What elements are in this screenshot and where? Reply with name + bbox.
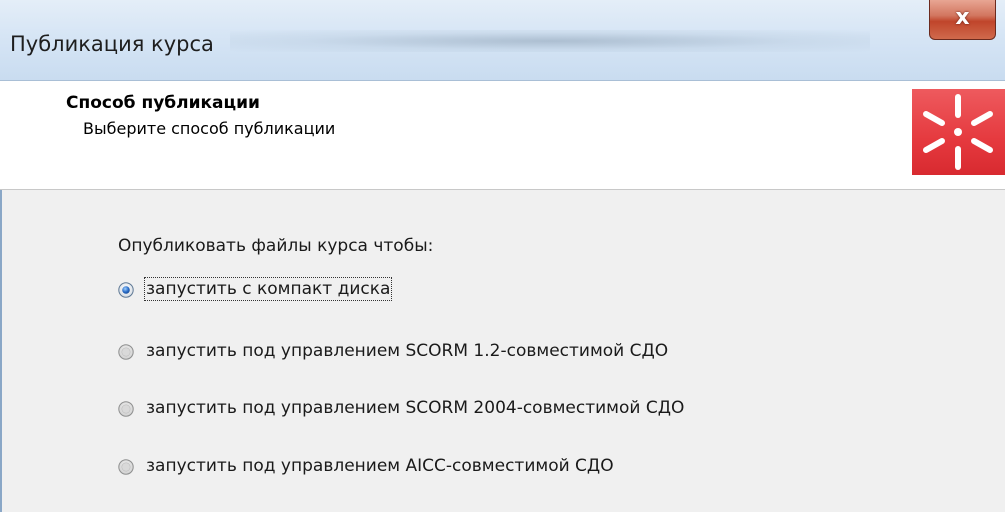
step-subtitle: Выберите способ публикации <box>83 119 336 138</box>
wizard-header: Способ публикации Выберите способ публик… <box>0 81 1005 190</box>
radio-selected-icon[interactable] <box>118 282 134 298</box>
publish-prompt-label: Опубликовать файлы курса чтобы: <box>118 236 434 256</box>
publish-course-dialog: Публикация курса x Способ публикации Выб… <box>0 0 1005 512</box>
red-starburst-logo-icon <box>912 89 1005 175</box>
option-label: запустить под управлением SCORM 2004-сов… <box>146 398 685 418</box>
close-button[interactable]: x <box>929 0 996 40</box>
option-label: запустить под управлением AICC-совместим… <box>146 456 614 476</box>
window-title: Публикация курса <box>10 32 214 56</box>
option-label: запустить с компакт диска <box>143 277 393 301</box>
step-title: Способ публикации <box>66 93 260 113</box>
window-left-border <box>0 190 2 512</box>
radio-unselected-icon[interactable] <box>118 344 134 360</box>
radio-unselected-icon[interactable] <box>118 401 134 417</box>
close-icon: x <box>955 5 970 30</box>
starburst-icon <box>923 94 993 170</box>
title-bar-glass <box>230 30 870 52</box>
wizard-content: Опубликовать файлы курса чтобы: запустит… <box>0 190 1005 512</box>
option-label: запустить под управлением SCORM 1.2-совм… <box>146 341 669 361</box>
title-bar[interactable]: Публикация курса x <box>0 0 1005 81</box>
radio-unselected-icon[interactable] <box>118 459 134 475</box>
